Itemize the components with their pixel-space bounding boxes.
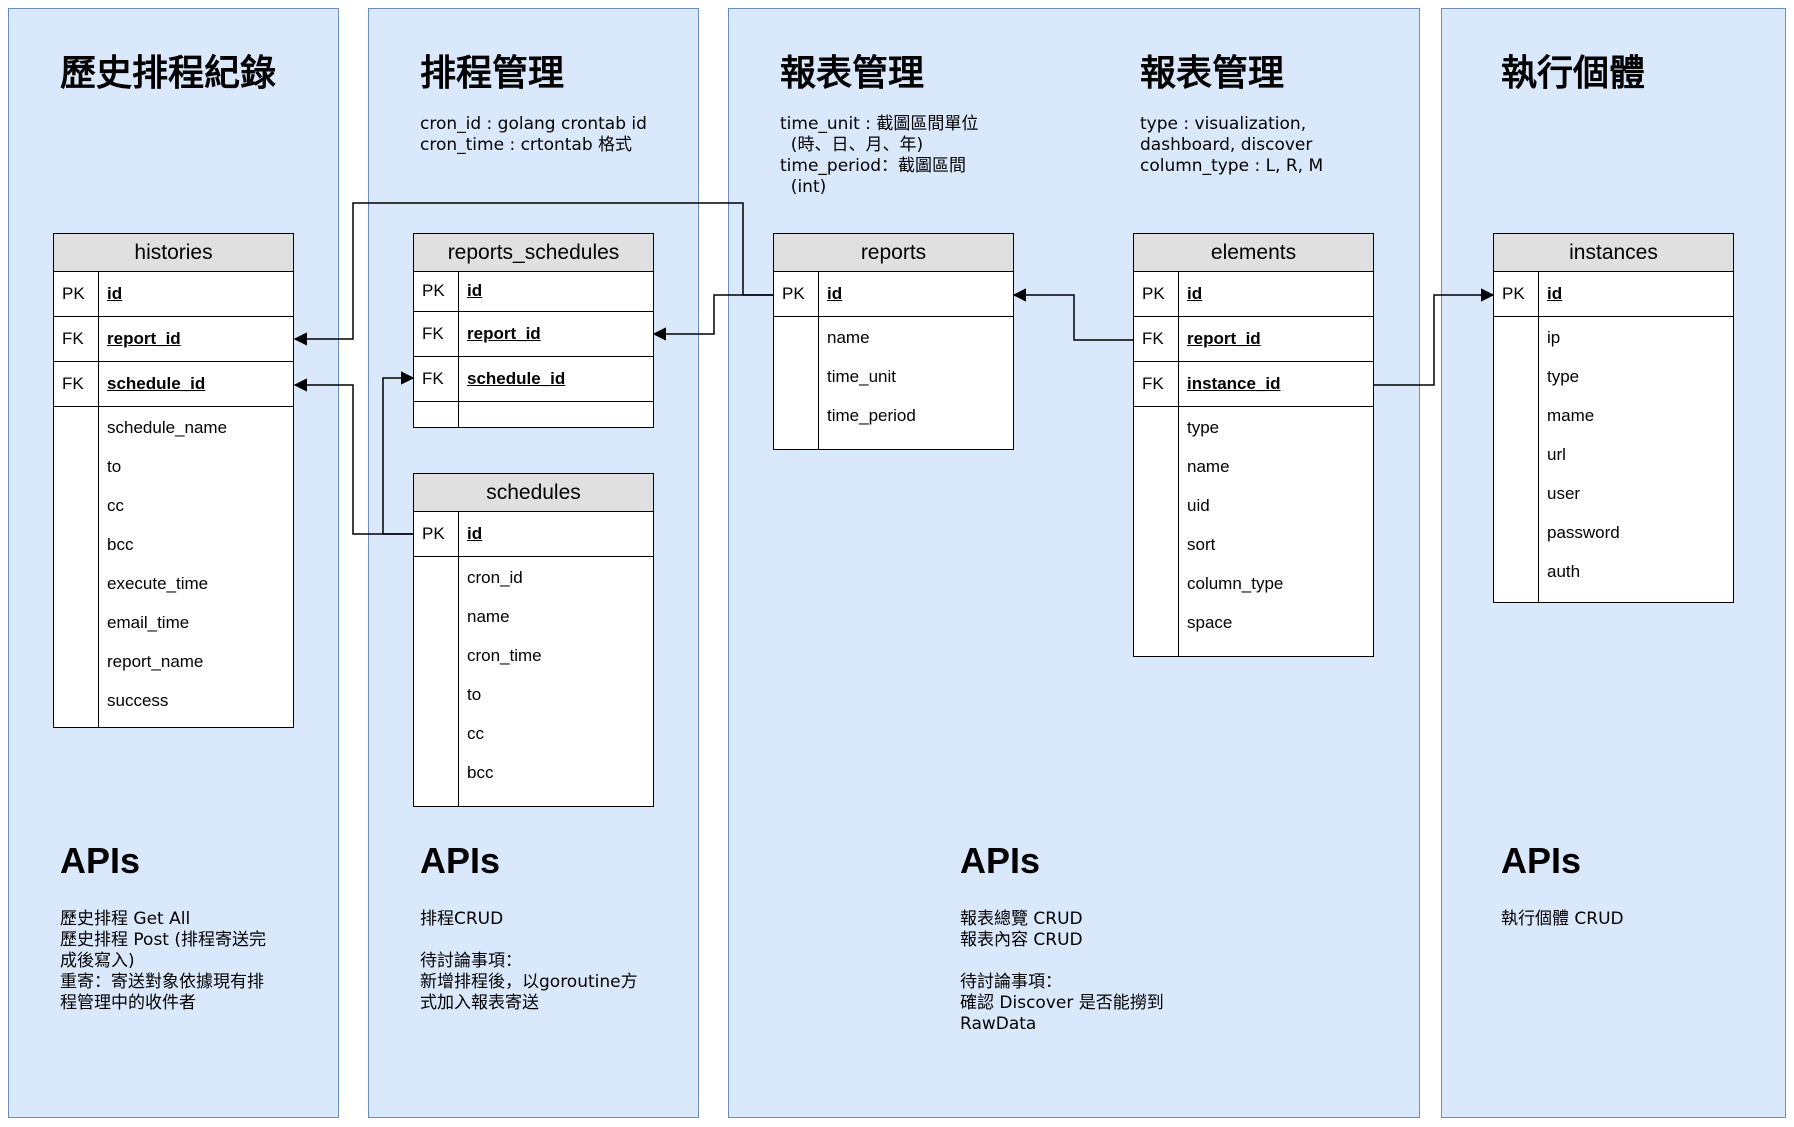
link-schedules-to-reports-schedules <box>382 371 415 535</box>
link-reports-to-reports-schedules <box>652 294 773 341</box>
link-schedules-to-histories <box>293 378 413 535</box>
link-elements-to-instances <box>1374 288 1495 386</box>
link-elements-to-reports <box>1012 288 1133 341</box>
relationship-connectors <box>293 202 1495 535</box>
link-reports-to-histories <box>293 202 773 346</box>
